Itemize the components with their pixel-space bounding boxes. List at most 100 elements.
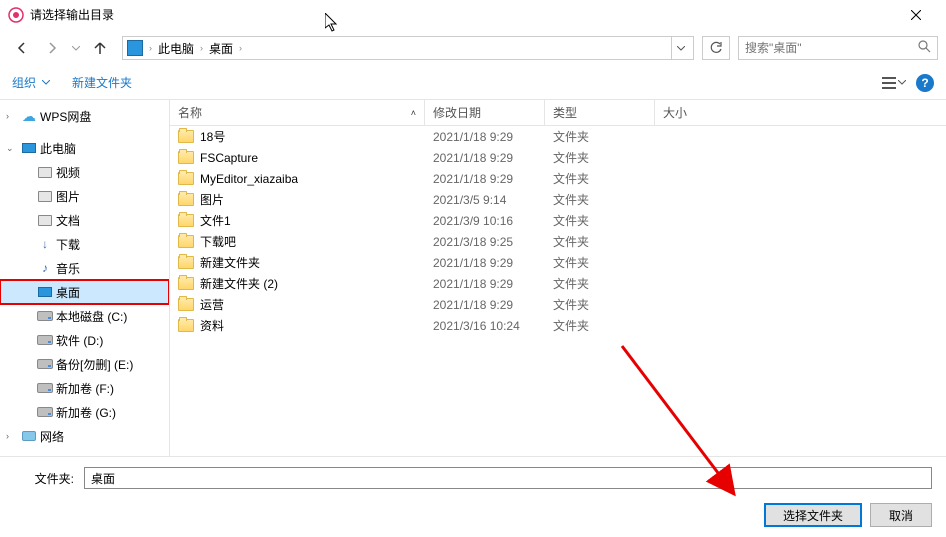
cloud-icon: ☁ — [20, 108, 38, 124]
forward-button[interactable] — [38, 34, 66, 62]
disk-icon — [36, 356, 54, 372]
tree-item[interactable]: ›↓下载 — [0, 232, 169, 256]
disk-icon — [36, 380, 54, 396]
file-row[interactable]: 下载吧2021/3/18 9:25文件夹 — [170, 231, 946, 252]
refresh-button[interactable] — [702, 36, 730, 60]
column-size[interactable]: 大小 — [655, 100, 765, 125]
search-icon[interactable] — [918, 40, 931, 56]
address-dropdown[interactable] — [671, 37, 689, 59]
file-type: 文件夹 — [545, 128, 655, 145]
new-folder-button[interactable]: 新建文件夹 — [72, 74, 132, 91]
tree-item-label: 下载 — [56, 236, 80, 253]
file-type: 文件夹 — [545, 275, 655, 292]
file-row[interactable]: 资料2021/3/16 10:24文件夹 — [170, 315, 946, 336]
view-options[interactable] — [882, 77, 906, 89]
disk-icon — [36, 332, 54, 348]
tree-item[interactable]: ›软件 (D:) — [0, 328, 169, 352]
recent-dropdown[interactable] — [68, 34, 84, 62]
folder-icon — [178, 151, 194, 164]
title-bar: 请选择输出目录 — [0, 0, 946, 30]
tree-item[interactable]: ›☁WPS网盘 — [0, 104, 169, 128]
help-button[interactable]: ? — [916, 74, 934, 92]
file-list: 名称˄ 修改日期 类型 大小 18号2021/1/18 9:29文件夹FSCap… — [170, 100, 946, 456]
file-type: 文件夹 — [545, 170, 655, 187]
file-date: 2021/3/18 9:25 — [425, 235, 545, 249]
disk-icon — [36, 308, 54, 324]
search-input[interactable] — [745, 41, 918, 55]
tree-item[interactable]: ›备份[勿删] (E:) — [0, 352, 169, 376]
file-name: 运营 — [200, 296, 224, 313]
file-row[interactable]: 文件12021/3/9 10:16文件夹 — [170, 210, 946, 231]
file-date: 2021/1/18 9:29 — [425, 172, 545, 186]
tree-item-label: 软件 (D:) — [56, 332, 103, 349]
lib-icon — [36, 212, 54, 228]
tree-item[interactable]: ›视频 — [0, 160, 169, 184]
file-row[interactable]: 图片2021/3/5 9:14文件夹 — [170, 189, 946, 210]
tree-item-label: 此电脑 — [40, 140, 76, 157]
tree-item-label: 文档 — [56, 212, 80, 229]
tree-item-label: 图片 — [56, 188, 80, 205]
tree-item-label: 备份[勿删] (E:) — [56, 356, 133, 373]
tree-item[interactable]: › 网络 — [0, 424, 169, 448]
tree-item[interactable]: ›图片 — [0, 184, 169, 208]
expand-icon[interactable]: ⌄ — [6, 143, 20, 154]
file-row[interactable]: MyEditor_xiazaiba 2021/1/18 9:29文件夹 — [170, 168, 946, 189]
file-type: 文件夹 — [545, 296, 655, 313]
nav-bar: › 此电脑 › 桌面 › — [0, 30, 946, 66]
music-icon: ♪ — [36, 260, 54, 276]
chevron-right-icon[interactable]: › — [147, 43, 154, 53]
desktop-icon — [36, 284, 54, 300]
toolbar: 组织 新建文件夹 ? — [0, 66, 946, 100]
column-type[interactable]: 类型 — [545, 100, 655, 125]
file-date: 2021/1/18 9:29 — [425, 151, 545, 165]
file-date: 2021/1/18 9:29 — [425, 256, 545, 270]
file-name: 文件1 — [200, 212, 231, 229]
file-row[interactable]: 运营2021/1/18 9:29文件夹 — [170, 294, 946, 315]
file-row[interactable]: 新建文件夹 2021/1/18 9:29文件夹 — [170, 252, 946, 273]
tree-item[interactable]: ›新加卷 (G:) — [0, 400, 169, 424]
file-rows[interactable]: 18号2021/1/18 9:29文件夹FSCapture2021/1/18 9… — [170, 126, 946, 456]
column-date[interactable]: 修改日期 — [425, 100, 545, 125]
expand-icon[interactable]: › — [6, 111, 20, 121]
folder-tree[interactable]: ›☁WPS网盘⌄此电脑›视频›图片›文档›↓下载›♪音乐›桌面›本地磁盘 (C:… — [0, 100, 170, 456]
folder-name-input[interactable] — [84, 467, 932, 489]
tree-item[interactable]: ›文档 — [0, 208, 169, 232]
dl-icon: ↓ — [36, 236, 54, 252]
tree-item[interactable]: ›桌面 — [0, 280, 169, 304]
tree-item[interactable]: ›本地磁盘 (C:) — [0, 304, 169, 328]
folder-icon — [178, 235, 194, 248]
file-date: 2021/1/18 9:29 — [425, 277, 545, 291]
column-name[interactable]: 名称˄ — [170, 100, 425, 125]
tree-item[interactable]: ›♪音乐 — [0, 256, 169, 280]
file-name: 新建文件夹 (2) — [200, 275, 278, 292]
lib-icon — [36, 164, 54, 180]
address-bar[interactable]: › 此电脑 › 桌面 › — [122, 36, 694, 60]
file-type: 文件夹 — [545, 254, 655, 271]
tree-item[interactable]: ⌄ 此电脑 — [0, 136, 169, 160]
file-date: 2021/3/16 10:24 — [425, 319, 545, 333]
cancel-button[interactable]: 取消 — [870, 503, 932, 527]
close-button[interactable] — [893, 0, 938, 30]
file-row[interactable]: 18号2021/1/18 9:29文件夹 — [170, 126, 946, 147]
folder-icon — [178, 193, 194, 206]
select-folder-button[interactable]: 选择文件夹 — [764, 503, 862, 527]
back-button[interactable] — [8, 34, 36, 62]
folder-icon — [178, 319, 194, 332]
tree-item-label: 网络 — [40, 428, 64, 445]
breadcrumb-segment[interactable]: 此电脑 — [154, 40, 198, 57]
file-row[interactable]: FSCapture2021/1/18 9:29文件夹 — [170, 147, 946, 168]
file-name: MyEditor_xiazaiba — [200, 172, 298, 186]
breadcrumb-segment[interactable]: 桌面 — [205, 40, 237, 57]
expand-icon[interactable]: › — [6, 431, 20, 441]
file-row[interactable]: 新建文件夹 (2) 2021/1/18 9:29文件夹 — [170, 273, 946, 294]
tree-item[interactable]: ›新加卷 (F:) — [0, 376, 169, 400]
tree-item-label: 新加卷 (G:) — [56, 404, 116, 421]
file-name: 图片 — [200, 191, 224, 208]
chevron-right-icon[interactable]: › — [198, 43, 205, 53]
chevron-right-icon[interactable]: › — [237, 43, 244, 53]
organize-menu[interactable]: 组织 — [12, 74, 36, 91]
file-name: 新建文件夹 — [200, 254, 260, 271]
main-area: ›☁WPS网盘⌄此电脑›视频›图片›文档›↓下载›♪音乐›桌面›本地磁盘 (C:… — [0, 100, 946, 456]
search-box[interactable] — [738, 36, 938, 60]
up-button[interactable] — [86, 34, 114, 62]
